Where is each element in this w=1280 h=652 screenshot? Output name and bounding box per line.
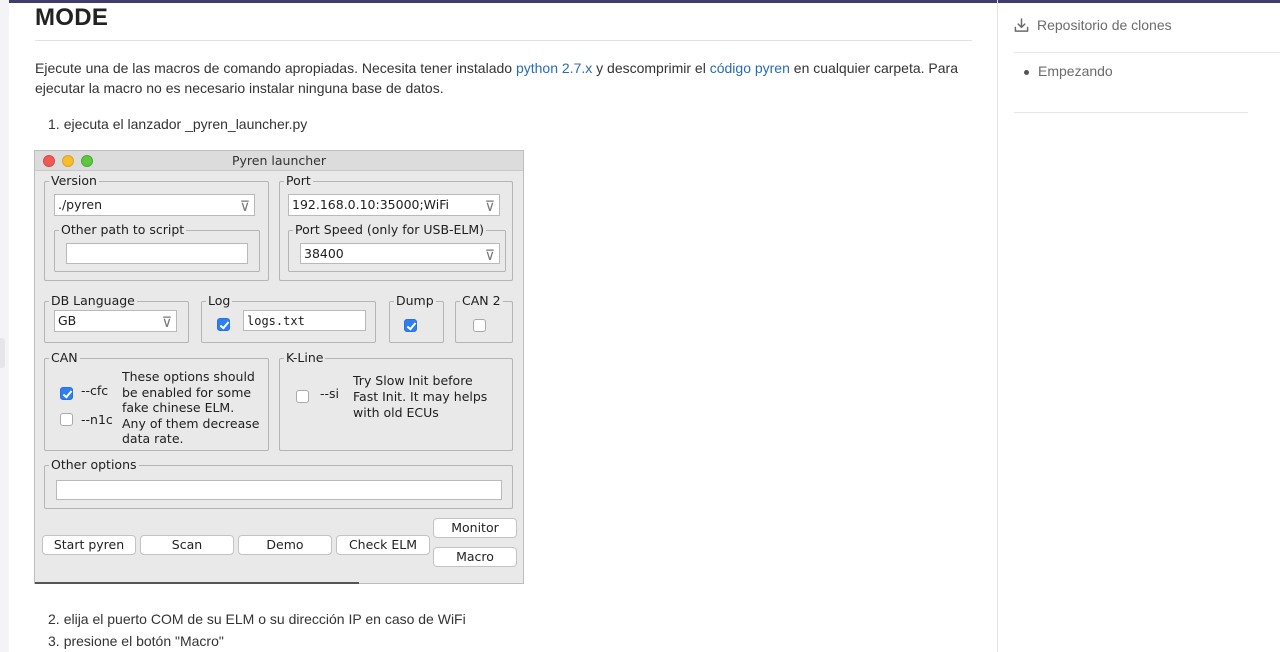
monitor-button[interactable]: Monitor xyxy=(433,518,517,538)
port-select[interactable]: 192.168.0.10:35000;WiFi ⊽ xyxy=(288,194,500,216)
window-bottom-edge xyxy=(35,582,359,584)
clone-repository-label: Repositorio de clones xyxy=(1037,17,1172,33)
port-speed-group: Port Speed (only for USB-ELM) 38400 ⊽ xyxy=(288,222,506,272)
si-checkbox[interactable] xyxy=(296,390,309,403)
kline-group: K-Line --si Try Slow Init before Fast In… xyxy=(279,350,513,451)
check-elm-button[interactable]: Check ELM xyxy=(336,535,430,555)
db-language-group: DB Language GB ⊽ xyxy=(44,293,189,343)
sidebar-toggle-handle[interactable] xyxy=(0,338,5,368)
port-label: Port xyxy=(284,173,313,189)
pyren-code-link[interactable]: código pyren xyxy=(710,60,790,76)
step-text: presione el botón "Macro" xyxy=(63,633,224,649)
start-pyren-button[interactable]: Start pyren xyxy=(42,535,136,555)
toc-item-empezando[interactable]: Empezando xyxy=(1024,63,1113,79)
sidebar-divider xyxy=(1014,52,1280,53)
version-value: ./pyren xyxy=(58,197,102,212)
log-label: Log xyxy=(206,293,233,309)
can2-checkbox[interactable] xyxy=(473,319,486,332)
right-sidebar: Repositorio de clones Empezando xyxy=(997,0,1280,652)
step-text: elija el puerto COM de su ELM o su direc… xyxy=(63,611,466,627)
step-number: 2. xyxy=(48,611,60,627)
section-heading: MODE xyxy=(35,4,109,31)
minimize-window-icon[interactable] xyxy=(62,155,74,167)
can-note-line: data rate. xyxy=(122,431,184,446)
kline-label: K-Line xyxy=(284,350,326,366)
can2-group: CAN 2 xyxy=(455,293,513,343)
chevron-down-icon: ⊽ xyxy=(484,199,495,215)
step-number: 1. xyxy=(48,116,60,132)
maximize-window-icon[interactable] xyxy=(81,155,93,167)
cfc-checkbox[interactable] xyxy=(60,387,73,400)
can-note-line: These options should xyxy=(122,369,255,384)
kline-note-line: Fast Init. It may helps xyxy=(353,389,488,404)
left-gutter xyxy=(0,0,9,652)
demo-button[interactable]: Demo xyxy=(238,535,332,555)
version-group: Version ./pyren ⊽ Other path to script xyxy=(44,173,269,281)
step-item: 3. presione el botón "Macro" xyxy=(48,633,224,649)
other-options-group: Other options xyxy=(44,457,513,509)
can-note-line: fake chinese ELM. xyxy=(122,400,235,415)
intro-paragraph: Ejecute una de las macros de comando apr… xyxy=(35,58,965,98)
port-speed-value: 38400 xyxy=(304,246,344,261)
step-number: 3. xyxy=(48,633,60,649)
port-value: 192.168.0.10:35000;WiFi xyxy=(292,197,449,212)
can-note-line: Any of them decrease xyxy=(122,416,260,431)
chevron-down-icon: ⊽ xyxy=(239,199,250,215)
other-path-label: Other path to script xyxy=(59,222,187,238)
can-note-line: be enabled for some xyxy=(122,385,252,400)
port-speed-select[interactable]: 38400 ⊽ xyxy=(300,243,500,264)
other-options-input[interactable] xyxy=(56,480,502,500)
chevron-down-icon: ⊽ xyxy=(161,315,172,331)
version-label: Version xyxy=(49,173,99,189)
can-label: CAN xyxy=(49,350,80,366)
close-window-icon[interactable] xyxy=(43,155,55,167)
port-speed-label: Port Speed (only for USB-ELM) xyxy=(293,222,487,238)
step-item: 2. elija el puerto COM de su ELM o su dir… xyxy=(48,611,466,627)
macro-button[interactable]: Macro xyxy=(433,547,517,567)
step-item: 1. ejecuta el lanzador _pyren_launcher.py xyxy=(48,116,307,132)
pyren-launcher-window: Pyren launcher Version ./pyren ⊽ Other p… xyxy=(34,150,524,584)
can2-label: CAN 2 xyxy=(460,293,503,309)
port-group: Port 192.168.0.10:35000;WiFi ⊽ Port Spee… xyxy=(279,173,513,281)
scan-button[interactable]: Scan xyxy=(140,535,234,555)
n1c-checkbox[interactable] xyxy=(60,413,73,426)
n1c-label: --n1c xyxy=(81,412,113,427)
log-checkbox[interactable] xyxy=(217,318,230,331)
can-group: CAN --cfc --n1c These options should be … xyxy=(44,350,269,451)
download-icon xyxy=(1014,17,1029,32)
window-titlebar: Pyren launcher xyxy=(35,151,523,171)
db-language-select[interactable]: GB ⊽ xyxy=(54,310,177,332)
kline-note-line: with old ECUs xyxy=(353,405,439,420)
intro-text-1: Ejecute una de las macros de comando apr… xyxy=(35,60,516,76)
window-title: Pyren launcher xyxy=(232,153,326,168)
si-label: --si xyxy=(320,386,340,401)
dump-group: Dump xyxy=(389,293,444,343)
cfc-label: --cfc xyxy=(81,383,109,398)
intro-text-2: y descomprimir el xyxy=(592,60,710,76)
db-language-label: DB Language xyxy=(49,293,137,309)
other-path-input[interactable] xyxy=(66,243,248,264)
other-options-label: Other options xyxy=(49,457,139,473)
dump-checkbox[interactable] xyxy=(404,319,417,332)
clone-repository-link[interactable]: Repositorio de clones xyxy=(1014,17,1172,33)
dump-label: Dump xyxy=(394,293,436,309)
version-select[interactable]: ./pyren ⊽ xyxy=(54,194,255,216)
log-file-input[interactable]: logs.txt xyxy=(243,310,366,331)
sidebar-divider xyxy=(1014,112,1248,113)
step-text: ejecuta el lanzador _pyren_launcher.py xyxy=(63,116,308,132)
log-group: Log logs.txt xyxy=(201,293,376,343)
kline-note-line: Try Slow Init before xyxy=(353,373,473,388)
python-link[interactable]: python 2.7.x xyxy=(516,60,592,76)
other-path-group: Other path to script xyxy=(54,222,260,272)
heading-divider xyxy=(35,40,972,41)
chevron-down-icon: ⊽ xyxy=(484,248,495,264)
db-language-value: GB xyxy=(58,313,77,328)
